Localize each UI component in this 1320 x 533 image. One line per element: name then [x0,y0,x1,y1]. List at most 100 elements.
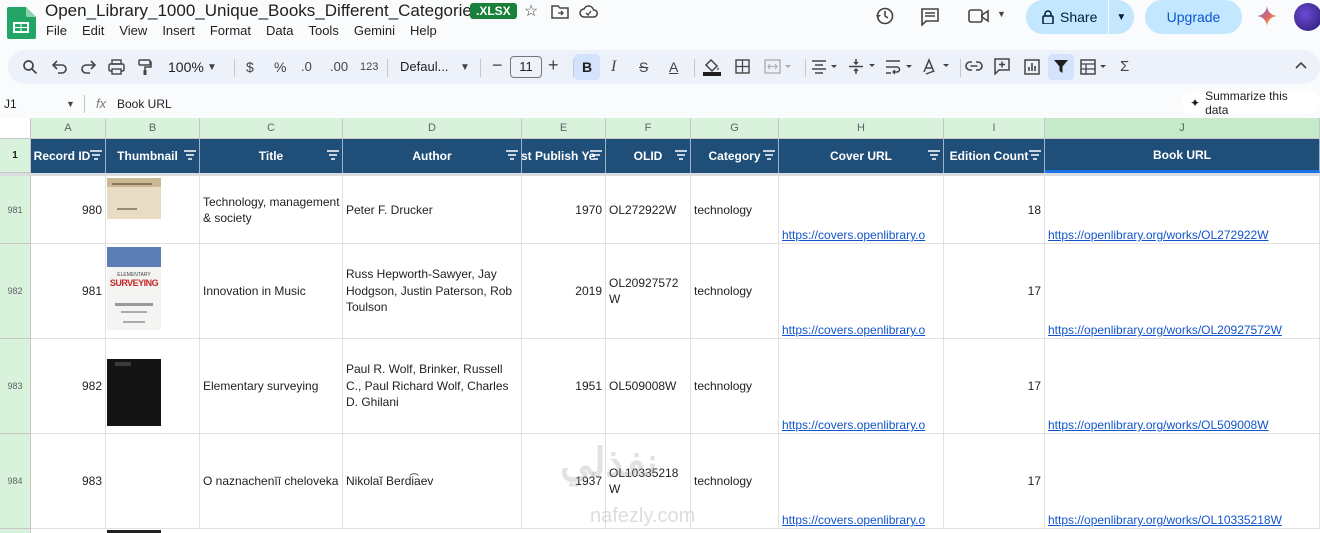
font-family-select[interactable]: Defaul... [400,58,448,76]
search-menus-icon[interactable] [22,59,38,75]
increase-font-size-button[interactable]: + [548,56,559,74]
column-header-a[interactable]: A [31,118,106,139]
book-url-link[interactable]: https://openlibrary.org/works/OL20927572… [1048,323,1282,337]
menu-gemini[interactable]: Gemini [354,23,395,38]
thumbnail-cell[interactable] [106,434,200,529]
edition-count-cell[interactable]: 18 [944,176,1045,244]
header-olid[interactable]: OLID [606,139,691,173]
row-header-1[interactable]: 1 [0,139,31,173]
comments-icon[interactable] [920,7,940,26]
header-edition-count[interactable]: Edition Count [944,139,1045,173]
cover-url-cell[interactable]: https://covers.openlibrary.o [779,434,944,529]
italic-button[interactable]: I [611,58,616,76]
document-title[interactable]: Open_Library_1000_Unique_Books_Different… [45,1,480,21]
book-url-cell[interactable]: https://openlibrary.org/works/OL272922W [1045,176,1320,244]
category-cell[interactable]: technology [691,244,779,339]
cover-url-cell[interactable]: https://covers.openlibrary.o [779,339,944,434]
undo-icon[interactable] [52,60,68,74]
redo-icon[interactable] [80,60,96,74]
row-header[interactable]: 984 [0,434,31,529]
title-cell[interactable]: Elementary surveying [200,339,343,434]
column-header-b[interactable]: B [106,118,200,139]
share-button[interactable]: Share ▼ [1026,0,1134,34]
edition-count-cell[interactable]: 17 [944,434,1045,529]
bold-button[interactable]: B [582,58,592,76]
book-url-link[interactable]: https://openlibrary.org/works/OL10335218… [1048,513,1282,527]
cover-url-link[interactable]: https://covers.openlibrary.o [782,323,925,337]
book-url-link[interactable]: https://openlibrary.org/works/OL272922W [1048,228,1269,242]
zoom-chevron-icon[interactable]: ▼ [207,59,217,77]
zoom-select[interactable]: 100% [168,58,204,76]
filter-dropdown-icon[interactable] [928,149,940,161]
column-header-j[interactable]: J [1045,118,1320,139]
book-url-link[interactable]: https://openlibrary.org/works/OL509008W [1048,418,1269,432]
text-rotation-icon[interactable] [922,58,952,76]
year-cell[interactable]: 1970 [522,176,606,244]
move-folder-icon[interactable] [551,4,569,20]
summarize-data-button[interactable]: ✦ Summarize this data [1182,89,1320,117]
column-header-f[interactable]: F [606,118,691,139]
cloud-status-icon[interactable] [579,4,599,20]
filter-dropdown-icon[interactable] [763,149,775,161]
share-dropdown-icon[interactable]: ▼ [1116,12,1126,23]
book-url-cell[interactable]: https://openlibrary.org/works/OL10335218… [1045,434,1320,529]
cover-url-link[interactable]: https://covers.openlibrary.o [782,513,925,527]
filter-dropdown-icon[interactable] [90,149,102,161]
header-category[interactable]: Category [691,139,779,173]
sheets-logo-icon[interactable] [6,7,36,39]
cover-url-link[interactable]: https://covers.openlibrary.o [782,228,925,242]
book-url-cell[interactable]: https://openlibrary.org/works/OL20927572… [1045,244,1320,339]
name-box[interactable]: J1 [4,97,17,111]
gemini-sparkle-icon[interactable] [1257,6,1277,26]
record-id-cell[interactable]: 982 [31,339,106,434]
row-header[interactable]: 983 [0,339,31,434]
category-cell[interactable]: technology [691,434,779,529]
record-id-cell[interactable]: 981 [31,244,106,339]
filter-dropdown-icon[interactable] [506,149,518,161]
row-header[interactable]: 981 [0,176,31,244]
filter-dropdown-icon[interactable] [590,149,602,161]
olid-cell[interactable]: OL20927572 W [606,244,691,339]
filter-dropdown-icon[interactable] [1029,149,1041,161]
thumbnail-cell[interactable] [106,339,200,434]
menu-data[interactable]: Data [266,23,293,38]
book-url-cell[interactable]: https://openlibrary.org/works/OL509008W [1045,339,1320,434]
row-header[interactable]: 982 [0,244,31,339]
year-cell[interactable]: 2019 [522,244,606,339]
upgrade-button[interactable]: Upgrade [1145,0,1242,34]
menu-help[interactable]: Help [410,23,437,38]
currency-format-button[interactable]: $ [246,58,254,76]
name-box-chevron-icon[interactable]: ▼ [66,99,75,109]
column-header-i[interactable]: I [944,118,1045,139]
author-cell[interactable]: Russ Hepworth-Sawyer, Jay Hodgson, Justi… [343,244,522,339]
merge-cells-icon[interactable] [764,59,794,74]
olid-cell[interactable]: OL272922W [606,176,691,244]
header-book-url[interactable]: Book URL [1045,139,1320,173]
column-header-g[interactable]: G [691,118,779,139]
header-title[interactable]: Title [200,139,343,173]
column-header-c[interactable]: C [200,118,343,139]
title-cell[interactable]: O naznachenīī cheloveka [200,434,343,529]
decrease-font-size-button[interactable]: − [492,56,503,74]
header-cover-url[interactable]: Cover URL [779,139,944,173]
functions-button[interactable]: Σ [1120,58,1129,76]
header-first-publish-year[interactable]: st Publish Ye [522,139,606,173]
filter-dropdown-icon[interactable] [184,149,196,161]
collapse-toolbar-icon[interactable] [1295,61,1307,69]
header-thumbnail[interactable]: Thumbnail [106,139,200,173]
menu-insert[interactable]: Insert [162,23,195,38]
formula-input[interactable]: Book URL [117,97,172,111]
thumbnail-cell[interactable] [106,176,200,244]
select-all-corner[interactable] [0,118,31,139]
meet-video-icon[interactable] [968,8,990,24]
category-cell[interactable]: technology [691,176,779,244]
decrease-decimal-button[interactable]: .0 [301,58,312,76]
cover-url-cell[interactable]: https://covers.openlibrary.o [779,244,944,339]
row-header[interactable] [0,529,31,533]
menu-view[interactable]: View [119,23,147,38]
filter-dropdown-icon[interactable] [675,149,687,161]
record-id-cell[interactable]: 980 [31,176,106,244]
insert-chart-icon[interactable] [1024,59,1040,75]
strikethrough-button[interactable]: S [639,58,648,76]
horizontal-align-icon[interactable] [811,60,839,74]
